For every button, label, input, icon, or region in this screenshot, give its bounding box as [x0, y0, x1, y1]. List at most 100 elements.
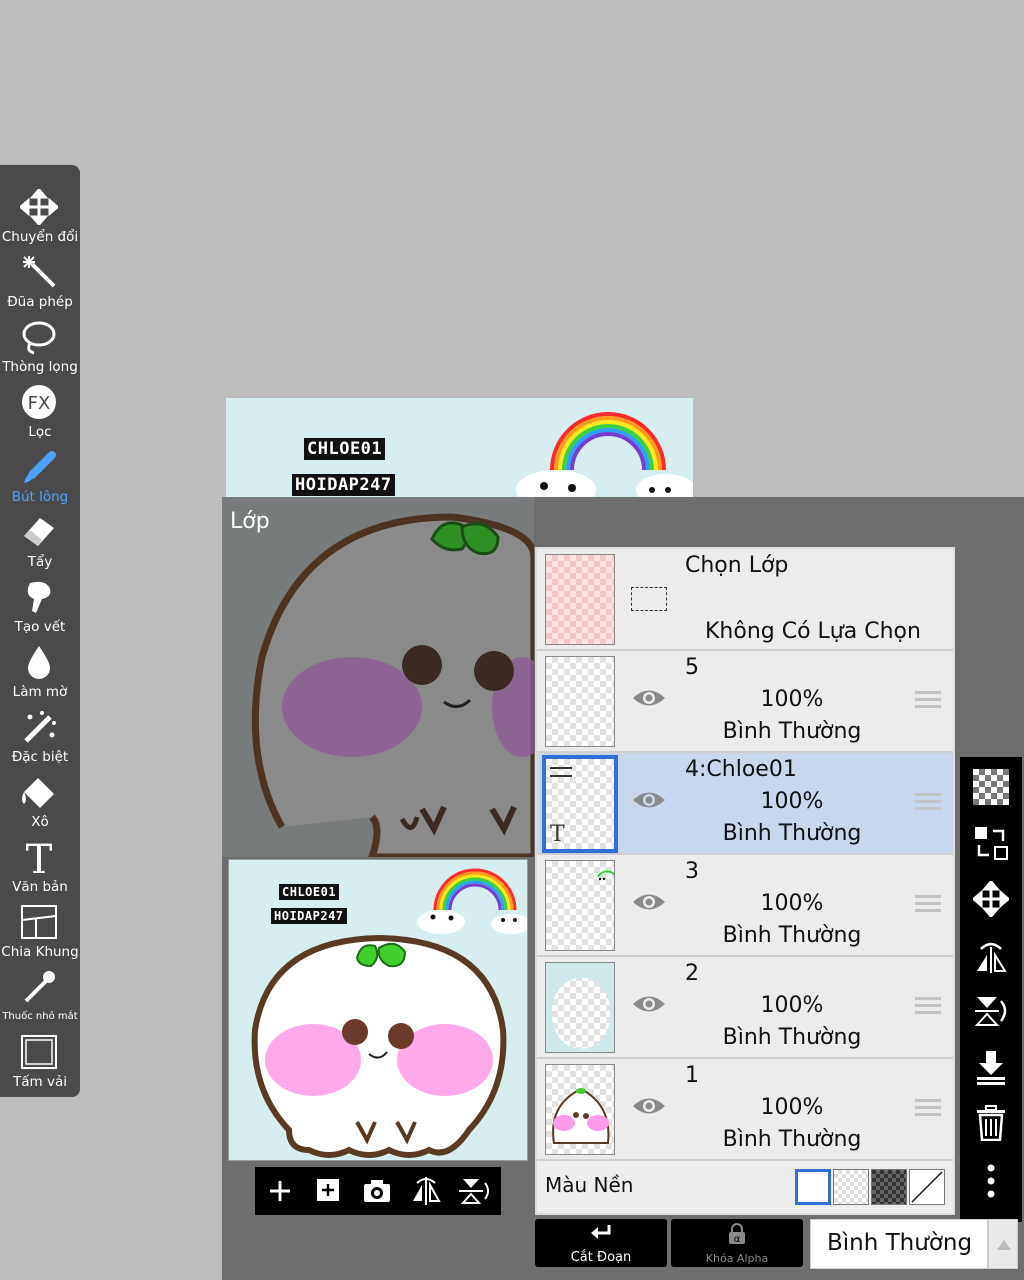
bg-checker-dark-swatch[interactable]	[871, 1169, 907, 1205]
clip-arrow-icon	[591, 1225, 611, 1239]
layer-row-selected[interactable]: T 4:Chloe01 100% Bình Thường	[537, 753, 953, 855]
tool-magic-wand[interactable]: Đũa phép	[0, 242, 80, 310]
layer-row[interactable]: 3 100% Bình Thường	[537, 855, 953, 957]
visibility-eye-icon[interactable]	[631, 991, 667, 1017]
move-layer-icon[interactable]	[973, 881, 1009, 917]
selection-layer-row[interactable]: Chọn Lớp Không Có Lựa Chọn	[537, 549, 953, 651]
visibility-eye-icon[interactable]	[631, 685, 667, 711]
character-dimmed-illustration	[222, 497, 534, 857]
blend-mode-dropdown-button[interactable]	[988, 1219, 1018, 1269]
tool-frame-divider[interactable]: Chia Khung	[0, 892, 80, 960]
layer-name: 5	[685, 655, 699, 680]
layer-blend-mode: Bình Thường	[722, 1025, 862, 1050]
more-options-icon[interactable]	[973, 1163, 1009, 1199]
alpha-lock-button[interactable]: α Khóa Alpha	[671, 1219, 803, 1267]
tool-canvas[interactable]: Tấm vải	[0, 1022, 80, 1090]
tool-eyedropper[interactable]: Thuốc nhỏ mắt	[0, 957, 80, 1022]
tool-palette: Chuyển đổi Đũa phép Thòng lọng FX Lọc Bú…	[0, 165, 80, 1097]
layer-name: 2	[685, 961, 699, 986]
clipping-button[interactable]: Cắt Đoạn	[535, 1219, 667, 1267]
bg-white-swatch[interactable]	[795, 1169, 831, 1205]
bg-checker-light-swatch[interactable]	[833, 1169, 869, 1205]
swap-layers-icon[interactable]	[973, 825, 1009, 861]
layer-thumbnail	[545, 1064, 615, 1155]
tool-eraser[interactable]: Tẩy	[0, 502, 80, 570]
merge-down-icon[interactable]	[973, 1049, 1009, 1085]
text-layer-icon: T	[550, 822, 565, 847]
canvas-tag-site: HOIDAP247	[292, 474, 395, 496]
eraser-icon	[24, 518, 54, 546]
background-color-row: Màu Nền	[537, 1161, 953, 1213]
selection-subtitle: Không Có Lựa Chọn	[705, 619, 921, 644]
layer-row[interactable]: 2 100% Bình Thường	[537, 957, 953, 1059]
alpha-lock-label: Khóa Alpha	[705, 1252, 769, 1265]
lasso-icon	[22, 321, 56, 355]
layer-name: 4:Chloe01	[685, 757, 797, 782]
svg-text:FX: FX	[28, 393, 51, 414]
flip-layer-horizontal-icon[interactable]	[973, 937, 1009, 973]
rainbow-thumb-icon	[597, 870, 614, 881]
rainbow-cloud-illustration	[516, 412, 693, 498]
character-thumb-icon	[552, 1087, 610, 1144]
transparency-icon[interactable]	[973, 769, 1009, 805]
eyedropper-icon	[24, 971, 55, 1003]
svg-text:α: α	[734, 1234, 741, 1245]
smudge-icon	[27, 581, 51, 613]
drag-handle-icon[interactable]	[915, 793, 941, 813]
layer-blend-mode: Bình Thường	[722, 1127, 862, 1152]
background-color-label: Màu Nền	[545, 1173, 634, 1197]
layer-opacity: 100%	[760, 891, 824, 916]
clipping-label: Cắt Đoạn	[570, 1250, 632, 1265]
tool-text[interactable]: T Văn bản	[0, 827, 80, 895]
tool-lasso[interactable]: Thòng lọng	[0, 307, 80, 375]
blend-mode-value: Bình Thường	[827, 1230, 973, 1256]
layer-blend-mode: Bình Thường	[722, 821, 862, 846]
layer-row[interactable]: 1 100% Bình Thường	[537, 1059, 953, 1161]
text-preview-lines	[550, 767, 572, 777]
canvas-thumbnail: CHLOE01 HOIDAP247	[228, 859, 528, 1161]
layer-name: 3	[685, 859, 699, 884]
layer-side-toolbar	[960, 757, 1022, 1222]
layer-thumbnail	[545, 656, 615, 747]
layer-row[interactable]: 5 100% Bình Thường	[537, 651, 953, 753]
camera-icon[interactable]	[360, 1175, 394, 1207]
add-layer-copy-icon[interactable]	[311, 1175, 345, 1207]
drag-handle-icon[interactable]	[915, 895, 941, 915]
layer-name: 1	[685, 1063, 699, 1088]
visibility-eye-icon[interactable]	[631, 1093, 667, 1119]
tool-label: Tấm vải	[13, 1074, 67, 1090]
canvas-dimmed-view: Lớp	[222, 497, 534, 857]
tool-special[interactable]: Đặc biệt	[0, 697, 80, 765]
frame-divider-icon	[21, 905, 57, 939]
canvas-icon	[21, 1035, 57, 1069]
layer-thumbnail: T	[542, 755, 618, 853]
layer-action-bar	[255, 1167, 501, 1215]
drag-handle-icon[interactable]	[915, 997, 941, 1017]
selection-marquee-icon	[631, 587, 667, 611]
background-thumb-icon	[546, 963, 614, 1052]
layer-opacity: 100%	[760, 687, 824, 712]
tool-blur[interactable]: Làm mờ	[0, 632, 80, 700]
tool-brush[interactable]: Bút lông	[0, 437, 80, 505]
tool-transform[interactable]: Chuyển đổi	[0, 177, 80, 245]
flip-horizontal-icon[interactable]	[409, 1175, 443, 1207]
chevron-up-icon	[997, 1240, 1011, 1250]
add-layer-icon[interactable]	[263, 1175, 297, 1207]
panel-title: Lớp	[230, 509, 270, 534]
blur-drop-icon	[28, 646, 50, 679]
flip-layer-vertical-icon[interactable]	[973, 993, 1009, 1029]
flip-vertical-icon[interactable]	[457, 1175, 491, 1207]
drag-handle-icon[interactable]	[915, 691, 941, 711]
drawing-canvas[interactable]: CHLOE01 HOIDAP247	[226, 398, 693, 498]
visibility-eye-icon[interactable]	[631, 787, 667, 813]
tool-smudge[interactable]: Tạo vết	[0, 567, 80, 635]
blend-mode-select[interactable]: Bình Thường	[810, 1219, 988, 1269]
drag-handle-icon[interactable]	[915, 1099, 941, 1119]
tool-bucket[interactable]: Xô	[0, 762, 80, 830]
delete-layer-icon[interactable]	[973, 1105, 1009, 1141]
bg-none-swatch[interactable]	[909, 1169, 945, 1205]
visibility-eye-icon[interactable]	[631, 889, 667, 915]
layer-thumbnail	[545, 962, 615, 1053]
layer-thumbnail	[545, 860, 615, 951]
tool-filter[interactable]: FX Lọc	[0, 372, 80, 440]
